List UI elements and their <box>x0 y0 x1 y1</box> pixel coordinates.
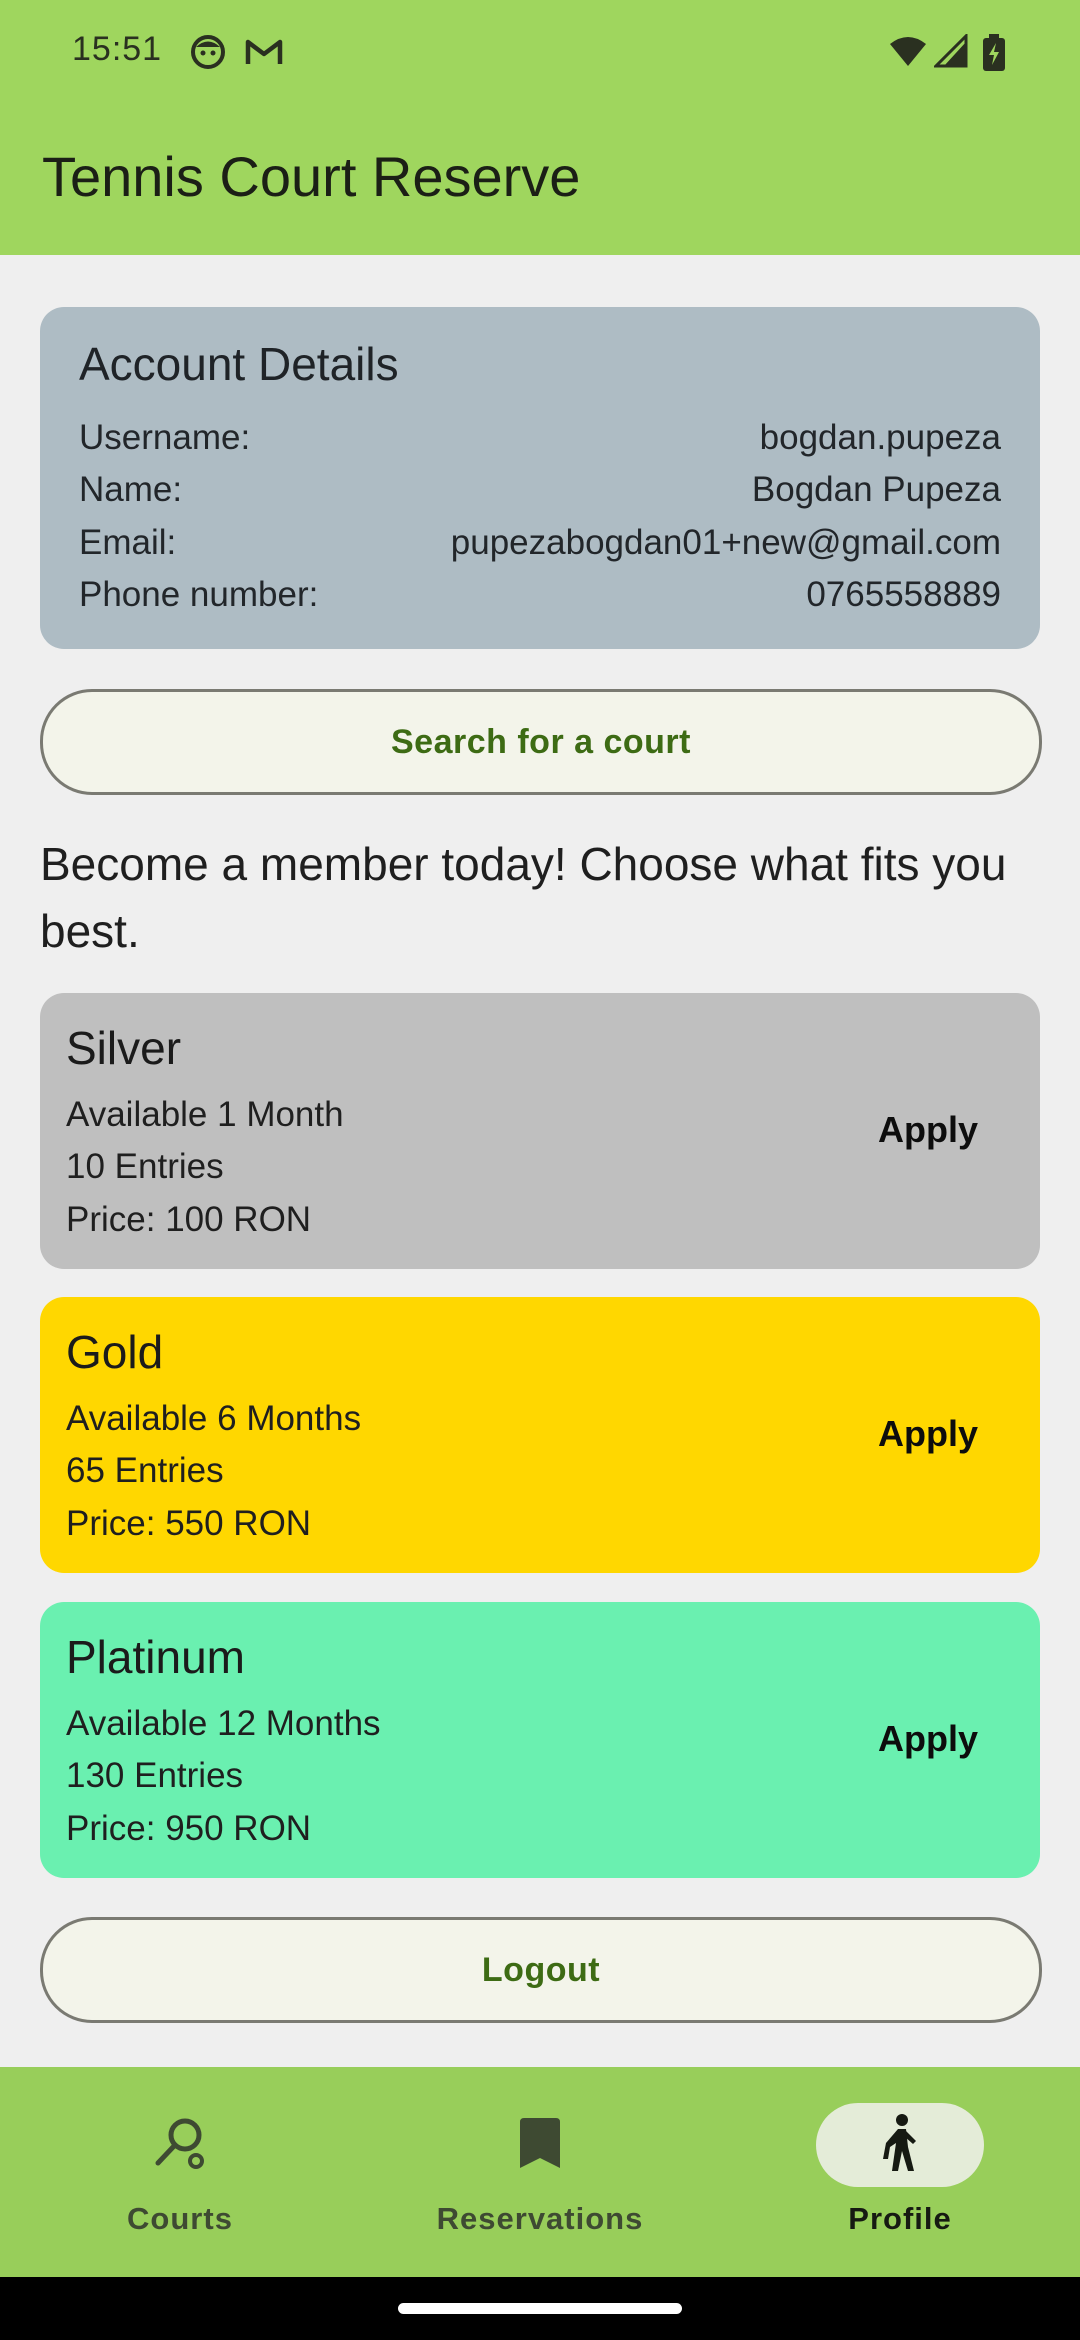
name-row: Name: Bogdan Pupeza <box>79 470 1001 514</box>
logout-button[interactable]: Logout <box>40 1917 1042 2023</box>
plan-card-silver: Silver Available 1 Month 10 Entries Pric… <box>40 993 1040 1269</box>
name-value: Bogdan Pupeza <box>751 470 1001 509</box>
plan-duration: Available 12 Months <box>66 1704 381 1743</box>
plan-name: Silver <box>66 1022 182 1074</box>
face-notification-icon <box>190 34 226 75</box>
plan-card-gold: Gold Available 6 Months 65 Entries Price… <box>40 1297 1040 1573</box>
system-gesture-bar <box>0 2277 1080 2340</box>
nav-label-courts: Courts <box>127 2201 233 2236</box>
nav-icon-container-active <box>816 2103 984 2187</box>
plan-name: Gold <box>66 1326 164 1378</box>
nav-icon-container <box>96 2103 264 2187</box>
app-title: Tennis Court Reserve <box>42 145 581 208</box>
profile-content[interactable]: Account Details Username: bogdan.pupeza … <box>0 255 1080 2067</box>
plan-price: Price: 550 RON <box>66 1504 312 1543</box>
signal-icon <box>932 32 968 75</box>
battery-charging-icon <box>982 34 1006 77</box>
walking-person-icon <box>878 2113 922 2178</box>
nav-item-profile[interactable]: Profile <box>720 2067 1080 2277</box>
plan-entries: 10 Entries <box>66 1147 224 1186</box>
plan-card-platinum: Platinum Available 12 Months 130 Entries… <box>40 1602 1040 1878</box>
nav-icon-container <box>456 2103 624 2187</box>
username-value: bogdan.pupeza <box>759 418 1001 457</box>
wifi-icon <box>888 34 928 75</box>
email-row: Email: pupezabogdan01+new@gmail.com <box>79 523 1001 567</box>
gmail-icon <box>244 34 284 75</box>
bottom-navigation: Courts Reservations Profile <box>0 2067 1080 2277</box>
plan-price: Price: 100 RON <box>66 1200 312 1239</box>
nav-label-profile: Profile <box>848 2201 952 2236</box>
bookmark-icon <box>518 2116 562 2175</box>
apply-platinum-button[interactable]: Apply <box>878 1718 978 1760</box>
membership-promo-text: Become a member today! Choose what fits … <box>40 838 1007 957</box>
home-gesture-handle[interactable] <box>398 2303 682 2314</box>
email-value: pupezabogdan01+new@gmail.com <box>450 523 1001 562</box>
apply-gold-button[interactable]: Apply <box>878 1413 978 1455</box>
plan-duration: Available 6 Months <box>66 1399 362 1438</box>
racket-icon <box>150 2113 210 2178</box>
status-time: 15:51 <box>72 30 163 68</box>
plan-name: Platinum <box>66 1631 245 1683</box>
phone-label: Phone number: <box>79 575 319 614</box>
plan-duration: Available 1 Month <box>66 1095 344 1134</box>
plan-price: Price: 950 RON <box>66 1809 312 1848</box>
search-court-button[interactable]: Search for a court <box>40 689 1042 795</box>
status-bar: 15:51 <box>0 0 1080 108</box>
account-details-card: Account Details Username: bogdan.pupeza … <box>40 307 1040 649</box>
apply-silver-button[interactable]: Apply <box>878 1109 978 1151</box>
account-details-title: Account Details <box>79 338 399 390</box>
nav-label-reservations: Reservations <box>436 2201 644 2236</box>
app-bar: Tennis Court Reserve <box>0 108 1080 255</box>
email-label: Email: <box>79 523 177 562</box>
name-label: Name: <box>79 470 183 509</box>
plan-entries: 65 Entries <box>66 1451 224 1490</box>
username-label: Username: <box>79 418 251 457</box>
nav-item-courts[interactable]: Courts <box>0 2067 360 2277</box>
nav-item-reservations[interactable]: Reservations <box>360 2067 720 2277</box>
plan-entries: 130 Entries <box>66 1756 244 1795</box>
username-row: Username: bogdan.pupeza <box>79 418 1001 462</box>
phone-value: 0765558889 <box>806 575 1001 614</box>
phone-row: Phone number: 0765558889 <box>79 575 1001 619</box>
